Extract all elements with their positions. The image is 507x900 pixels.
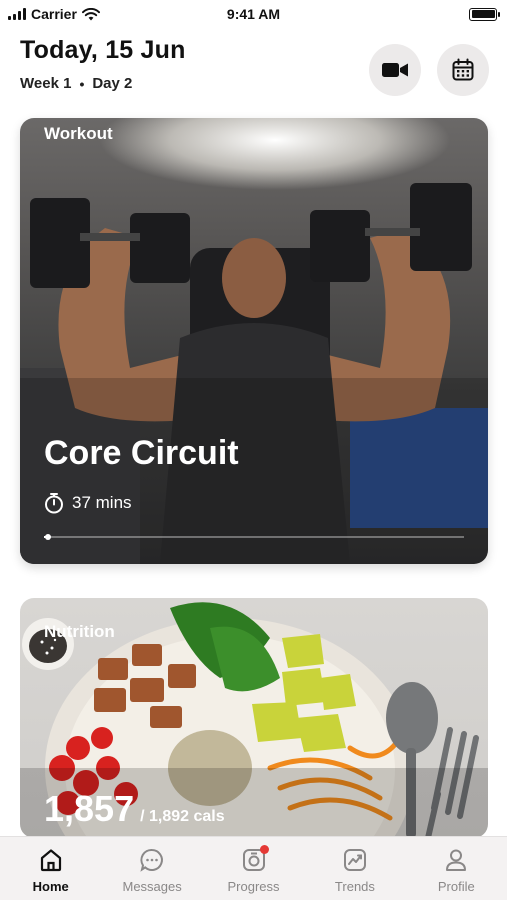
calories-consumed: 1,857	[44, 788, 135, 829]
week-label: Week 1	[20, 75, 72, 92]
calendar-icon	[452, 58, 474, 81]
tab-progress[interactable]: Progress	[203, 837, 304, 900]
calorie-summary: 1,857 / 1,892 cals	[44, 788, 225, 830]
workout-card[interactable]: Workout Core Circuit 37 mins	[20, 118, 488, 564]
camera-icon	[241, 845, 269, 873]
video-camera-icon	[382, 63, 408, 77]
status-left: Carrier	[8, 6, 100, 22]
calories-target: / 1,892 cals	[140, 808, 225, 825]
battery-icon	[469, 7, 500, 21]
workout-progress-bar	[44, 534, 464, 540]
video-button[interactable]	[369, 44, 421, 96]
tab-profile-label: Profile	[437, 879, 475, 894]
progress-notification-badge	[259, 845, 269, 854]
tab-progress-label: Progress	[227, 879, 280, 894]
calendar-button[interactable]	[437, 44, 489, 96]
workout-title: Core Circuit	[44, 434, 239, 472]
bottom-tab-bar: Home Messages Progress Trends Profile	[0, 836, 507, 900]
chat-icon	[139, 847, 165, 873]
day-label: Day 2	[92, 75, 133, 92]
nutrition-label: Nutrition	[44, 622, 115, 641]
home-icon	[38, 847, 64, 873]
tab-home[interactable]: Home	[0, 837, 101, 900]
workout-duration: 37 mins	[44, 492, 132, 514]
signal-icon	[8, 8, 26, 20]
user-icon	[443, 847, 469, 873]
nutrition-card[interactable]: Nutrition 1,857 / 1,892 cals	[20, 598, 488, 838]
separator-dot: •	[79, 75, 85, 92]
workout-label: Workout	[44, 124, 113, 143]
stopwatch-icon	[45, 493, 63, 514]
tab-home-label: Home	[32, 879, 69, 894]
tab-trends[interactable]: Trends	[304, 837, 405, 900]
status-bar: Carrier 9:41 AM	[0, 0, 507, 28]
header: Today, 15 Jun Week 1 • Day 2	[20, 36, 489, 108]
status-time: 9:41 AM	[226, 6, 281, 22]
duration-text: 37 mins	[72, 493, 132, 512]
wifi-icon	[81, 7, 100, 20]
tab-profile[interactable]: Profile	[406, 837, 507, 900]
trend-chart-icon	[342, 847, 368, 873]
carrier-label: Carrier	[31, 6, 77, 22]
tab-messages-label: Messages	[122, 879, 182, 894]
tab-messages[interactable]: Messages	[101, 837, 202, 900]
header-actions	[369, 44, 489, 96]
tab-trends-label: Trends	[334, 879, 375, 894]
